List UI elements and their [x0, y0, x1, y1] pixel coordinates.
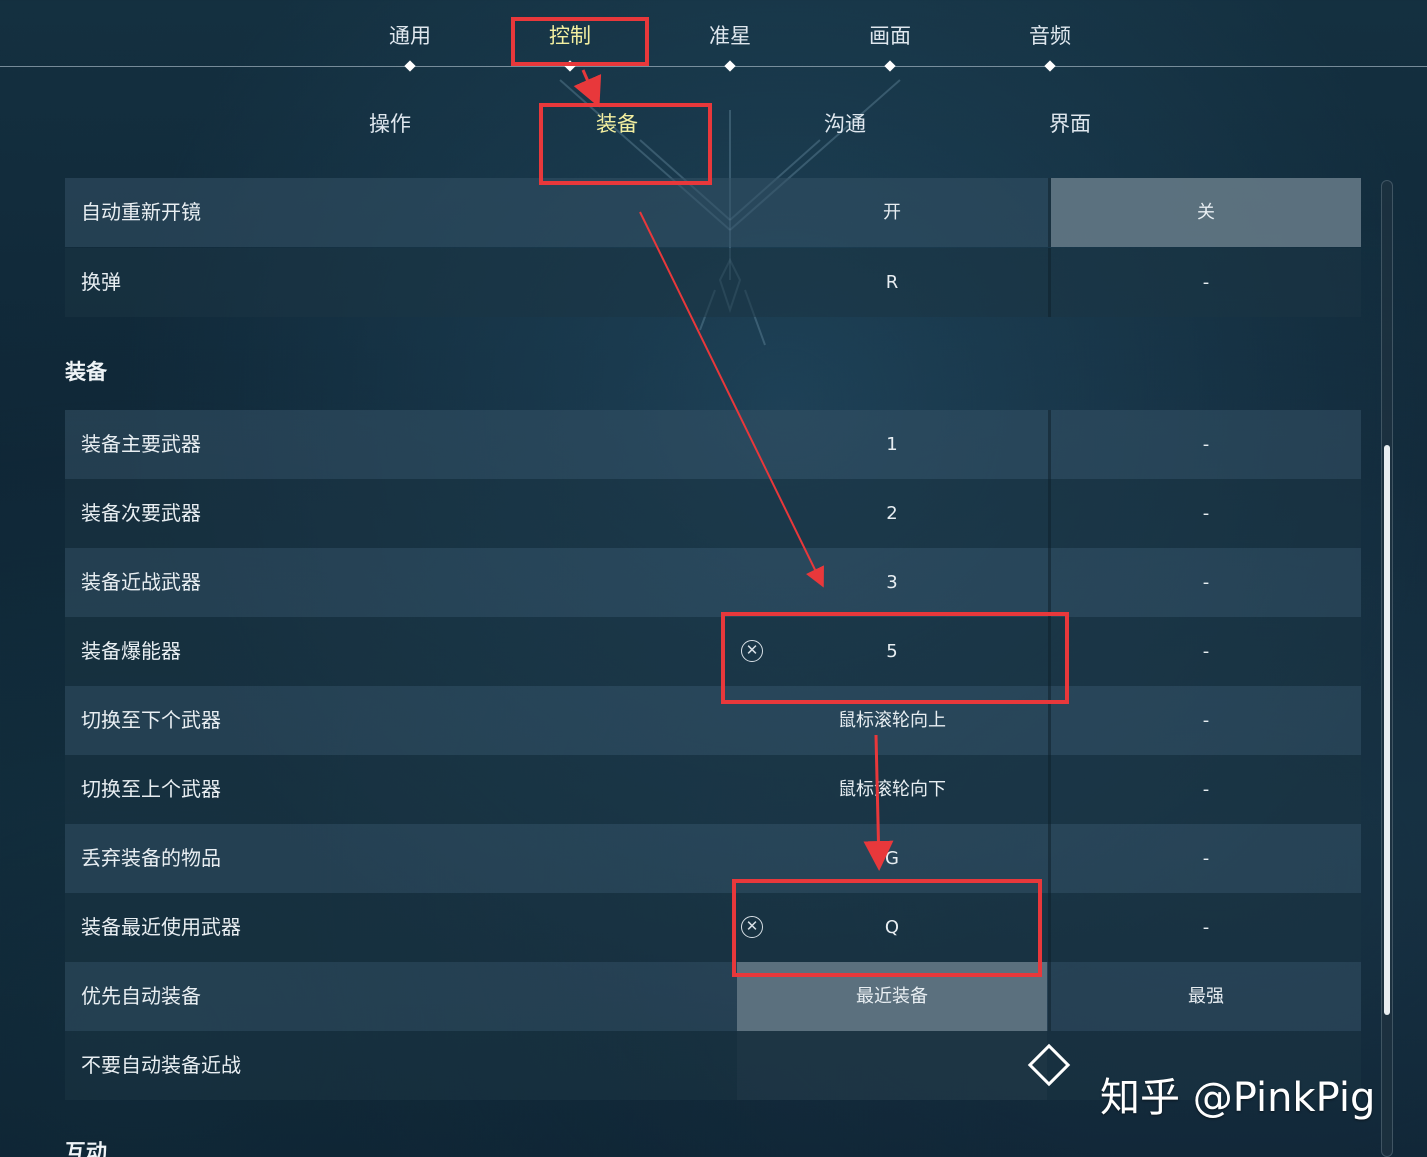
subtab-actions[interactable]: 操作	[330, 108, 450, 138]
option-off-selected[interactable]: 关	[1051, 178, 1361, 247]
primary-keybind[interactable]: 2	[737, 479, 1047, 548]
subtab-communication[interactable]: 沟通	[785, 108, 905, 138]
secondary-keybind[interactable]: -	[1051, 479, 1361, 548]
subtab-equipment[interactable]: 装备	[557, 108, 677, 138]
tab-video-marker	[884, 60, 896, 72]
setting-row: 优先自动装备 最近装备 最强	[65, 962, 1361, 1031]
tab-audio[interactable]: 音频	[990, 20, 1110, 50]
secondary-keybind[interactable]: -	[1051, 824, 1361, 893]
scrollbar-thumb[interactable]	[1384, 445, 1390, 1015]
setting-label: 不要自动装备近战	[81, 1053, 241, 1077]
tab-general-marker	[404, 60, 416, 72]
tab-audio-marker	[1044, 60, 1056, 72]
subtab-interface[interactable]: 界面	[1010, 108, 1130, 138]
arrow-controls-to-equipment	[573, 69, 602, 108]
option-on[interactable]: 开	[737, 178, 1047, 247]
setting-row: 装备爆能器 ✕ 5 -	[65, 617, 1361, 686]
tab-controls[interactable]: 控制	[510, 20, 630, 50]
setting-row: 换弹 R -	[65, 248, 1361, 317]
setting-label: 优先自动装备	[81, 984, 201, 1008]
setting-row: 装备主要武器 1 -	[65, 410, 1361, 479]
setting-row: 丢弃装备的物品 G -	[65, 824, 1361, 893]
toggle-cell[interactable]	[737, 1031, 1047, 1100]
section-title-equipment: 装备	[65, 360, 107, 384]
primary-keybind[interactable]: 3	[737, 548, 1047, 617]
primary-keybind[interactable]: G	[737, 824, 1047, 893]
setting-label: 装备次要武器	[81, 501, 201, 525]
setting-label: 切换至上个武器	[81, 777, 221, 801]
primary-keybind[interactable]: 1	[737, 410, 1047, 479]
setting-label: 换弹	[81, 270, 121, 294]
secondary-keybind[interactable]: -	[1051, 548, 1361, 617]
tab-crosshair-marker	[724, 60, 736, 72]
tab-general[interactable]: 通用	[350, 20, 470, 50]
tab-controls-marker	[564, 60, 576, 72]
secondary-keybind[interactable]: -	[1051, 617, 1361, 686]
secondary-keybind[interactable]: -	[1051, 893, 1361, 962]
setting-label: 装备最近使用武器	[81, 915, 241, 939]
setting-row: 自动重新开镜 开 关	[65, 178, 1361, 247]
watermark-text: 知乎 @PinkPig	[1100, 1075, 1376, 1121]
top-tab-divider	[0, 66, 1427, 67]
setting-label: 装备近战武器	[81, 570, 201, 594]
primary-keybind[interactable]: 5	[737, 617, 1047, 686]
setting-label: 装备爆能器	[81, 639, 181, 663]
setting-row: 切换至上个武器 鼠标滚轮向下 -	[65, 755, 1361, 824]
secondary-keybind[interactable]: -	[1051, 755, 1361, 824]
setting-label: 丢弃装备的物品	[81, 846, 221, 870]
secondary-keybind[interactable]: -	[1051, 248, 1361, 317]
setting-label: 自动重新开镜	[81, 200, 201, 224]
option-recent-selected[interactable]: 最近装备	[737, 962, 1047, 1031]
primary-keybind[interactable]: 鼠标滚轮向下	[737, 755, 1047, 824]
primary-keybind[interactable]: Q	[737, 893, 1047, 962]
setting-row: 装备最近使用武器 ✕ Q -	[65, 893, 1361, 962]
option-strongest[interactable]: 最强	[1051, 962, 1361, 1031]
setting-row: 装备近战武器 3 -	[65, 548, 1361, 617]
top-tab-bar: 通用 控制 准星 画面 音频	[0, 0, 1427, 72]
secondary-keybind[interactable]: -	[1051, 686, 1361, 755]
setting-row: 装备次要武器 2 -	[65, 479, 1361, 548]
setting-label: 切换至下个武器	[81, 708, 221, 732]
tab-crosshair[interactable]: 准星	[670, 20, 790, 50]
primary-keybind[interactable]: 鼠标滚轮向上	[737, 686, 1047, 755]
secondary-keybind[interactable]: -	[1051, 410, 1361, 479]
primary-keybind[interactable]: R	[737, 248, 1047, 317]
setting-label: 装备主要武器	[81, 432, 201, 456]
tab-video[interactable]: 画面	[830, 20, 950, 50]
section-title-interaction: 互动	[65, 1140, 107, 1157]
setting-row: 切换至下个武器 鼠标滚轮向上 -	[65, 686, 1361, 755]
